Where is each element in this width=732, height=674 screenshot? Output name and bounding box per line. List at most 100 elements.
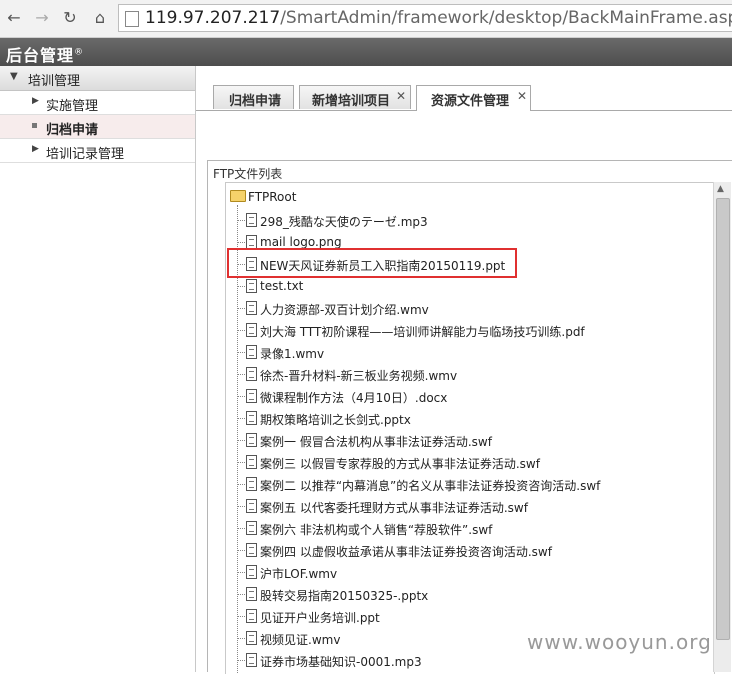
file-name[interactable]: 案例四 以虚假收益承诺从事非法证券投资咨询活动.swf — [260, 543, 552, 560]
file-icon — [246, 433, 257, 447]
sidebar-item-label: 实施管理 — [46, 99, 99, 114]
tree-connector — [237, 396, 245, 397]
close-icon[interactable]: ✕ — [517, 89, 527, 103]
file-icon — [246, 499, 257, 513]
file-name[interactable]: mail logo.png — [260, 235, 342, 249]
file-name[interactable]: 视频见证.wmv — [260, 631, 340, 648]
tree-connector — [237, 242, 245, 243]
tree-connector — [237, 572, 245, 573]
file-icon — [246, 565, 257, 579]
file-icon — [246, 521, 257, 535]
url-text: 119.97.207.217/SmartAdmin/framework/desk… — [145, 8, 732, 28]
scroll-thumb[interactable] — [716, 198, 730, 640]
file-name[interactable]: 沪市LOF.wmv — [260, 565, 337, 582]
triangle-right-icon: ▶ — [32, 96, 39, 106]
tab-new-training-project[interactable]: 新增培训项目 ✕ — [299, 85, 411, 109]
arrow-left-icon[interactable]: ← — [4, 8, 24, 28]
tree-connector — [237, 550, 245, 551]
tree-connector — [237, 594, 245, 595]
file-icon — [246, 235, 257, 249]
file-name[interactable]: 徐杰-晋升材料-新三板业务视频.wmv — [260, 367, 457, 384]
app-title-text: 后台管理 — [6, 46, 75, 65]
tree-connector — [237, 440, 245, 441]
tab-label: 资源文件管理 — [431, 94, 510, 109]
tree-connector — [237, 352, 245, 353]
watermark: www.wooyun.org — [527, 630, 712, 654]
file-icon — [246, 367, 257, 381]
reload-icon[interactable]: ↻ — [60, 8, 80, 28]
panel-title: FTP文件列表 — [213, 167, 283, 181]
browser-toolbar: ← → ↻ ⌂ 119.97.207.217/SmartAdmin/framew… — [0, 0, 732, 38]
file-icon — [246, 389, 257, 403]
url-host: 119.97.207.217 — [145, 8, 281, 28]
sidebar-group-training[interactable]: ▼ 培训管理 — [0, 66, 195, 91]
sidebar: ▼ 培训管理 ▶ 实施管理 归档申请 ▶ 培训记录管理 — [0, 66, 196, 672]
tree-connector — [237, 220, 245, 221]
tree-connector — [237, 638, 245, 639]
file-name[interactable]: 案例二 以推荐“内幕消息”的名义从事非法证券投资咨询活动.swf — [260, 477, 600, 494]
file-icon — [246, 653, 257, 667]
sidebar-item-implementation[interactable]: ▶ 实施管理 — [0, 91, 195, 115]
file-name[interactable]: 期权策略培训之长剑式.pptx — [260, 411, 411, 428]
file-icon — [246, 279, 257, 293]
tree-connector — [237, 462, 245, 463]
file-icon — [246, 631, 257, 645]
file-icon — [246, 455, 257, 469]
file-name[interactable]: 录像1.wmv — [260, 345, 324, 362]
file-icon — [246, 609, 257, 623]
file-name[interactable]: 298_残酷な天使のテーゼ.mp3 — [260, 213, 428, 230]
sidebar-item-label: 归档申请 — [46, 123, 99, 138]
file-icon — [246, 411, 257, 425]
tree-connector — [237, 506, 245, 507]
file-name[interactable]: test.txt — [260, 279, 303, 293]
folder-icon — [230, 190, 246, 202]
file-name[interactable]: 微课程制作方法（4月10日）.docx — [260, 389, 447, 406]
file-icon — [246, 213, 257, 227]
file-icon — [246, 543, 257, 557]
file-icon — [246, 587, 257, 601]
tab-label: 新增培训项目 — [312, 94, 391, 109]
highlight-annotation — [227, 248, 517, 278]
page-icon — [125, 11, 139, 27]
file-name[interactable]: 人力资源部-双百计划介绍.wmv — [260, 301, 429, 318]
file-icon — [246, 345, 257, 359]
file-name[interactable]: 股转交易指南20150325-.pptx — [260, 587, 428, 604]
file-icon — [246, 323, 257, 337]
scroll-up-arrow-icon[interactable]: ▲ — [717, 184, 724, 194]
file-name[interactable]: 案例一 假冒合法机构从事非法证券活动.swf — [260, 433, 492, 450]
file-icon — [246, 477, 257, 491]
triangle-right-icon: ▶ — [32, 144, 39, 154]
arrow-right-icon[interactable]: → — [32, 8, 52, 28]
tree-connector — [237, 616, 245, 617]
app-title: 后台管理® — [6, 42, 84, 66]
file-name[interactable]: 案例三 以假冒专家荐股的方式从事非法证券活动.swf — [260, 455, 540, 472]
file-name[interactable]: 见证开户业务培训.ppt — [260, 609, 380, 626]
tab-label: 归档申请 — [229, 94, 282, 109]
tree-connector — [237, 374, 245, 375]
tab-resource-file-management[interactable]: 资源文件管理 ✕ — [416, 85, 531, 111]
file-name[interactable]: 证券市场基础知识-0001.mp3 — [260, 653, 422, 670]
sidebar-group-label: 培训管理 — [28, 74, 81, 89]
file-icon — [246, 301, 257, 315]
tree-connector — [237, 660, 245, 661]
address-bar[interactable]: 119.97.207.217/SmartAdmin/framework/desk… — [118, 4, 732, 32]
registered-mark: ® — [74, 47, 85, 58]
close-icon[interactable]: ✕ — [396, 89, 406, 103]
file-name[interactable]: 案例六 非法机构或个人销售“荐股软件”.swf — [260, 521, 492, 538]
file-name[interactable]: 刘大海 TTT初阶课程——培训师讲解能力与临场技巧训练.pdf — [260, 323, 585, 340]
sidebar-item-archive-request[interactable]: 归档申请 — [0, 115, 195, 139]
sidebar-item-label: 培训记录管理 — [46, 147, 125, 162]
tree-connector — [237, 308, 245, 309]
app-header: 后台管理® — [0, 38, 732, 66]
tab-archive-request[interactable]: 归档申请 — [213, 85, 294, 109]
sidebar-item-training-records[interactable]: ▶ 培训记录管理 — [0, 139, 195, 163]
tree-root-label[interactable]: FTPRoot — [248, 190, 296, 204]
tree-connector — [237, 484, 245, 485]
square-bullet-icon — [32, 123, 37, 128]
file-name[interactable]: 案例五 以代客委托理财方式从事非法证券活动.swf — [260, 499, 528, 516]
vertical-scrollbar[interactable]: ▲ — [713, 182, 731, 672]
ftp-file-panel: FTP文件列表 FTPRoot 298_残酷な天使のテーゼ.mp3mail lo… — [207, 160, 732, 674]
tree-connector — [237, 418, 245, 419]
tree-connector — [237, 330, 245, 331]
home-icon[interactable]: ⌂ — [90, 8, 110, 28]
